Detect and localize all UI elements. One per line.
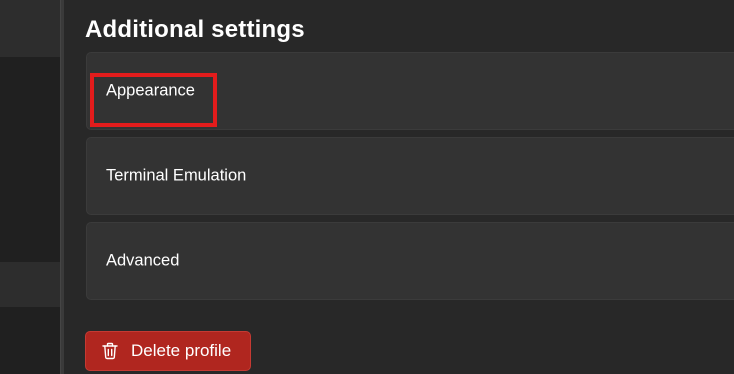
advanced-card[interactable]: Advanced	[86, 222, 734, 300]
pane-divider[interactable]	[60, 0, 64, 374]
nav-item-selected[interactable]	[0, 0, 60, 57]
delete-profile-button[interactable]: Delete profile	[85, 331, 251, 371]
appearance-card[interactable]: Appearance	[86, 52, 734, 130]
terminal-emulation-card[interactable]: Terminal Emulation	[86, 137, 734, 215]
section-title: Additional settings	[85, 16, 305, 43]
terminal-emulation-label: Terminal Emulation	[106, 166, 247, 185]
navigation-pane	[0, 0, 60, 374]
trash-icon	[100, 341, 120, 361]
nav-item[interactable]	[0, 262, 60, 307]
appearance-label: Appearance	[106, 81, 195, 100]
advanced-label: Advanced	[106, 251, 180, 270]
settings-window: Additional settings Appearance Terminal …	[0, 0, 734, 374]
delete-profile-label: Delete profile	[131, 341, 232, 360]
